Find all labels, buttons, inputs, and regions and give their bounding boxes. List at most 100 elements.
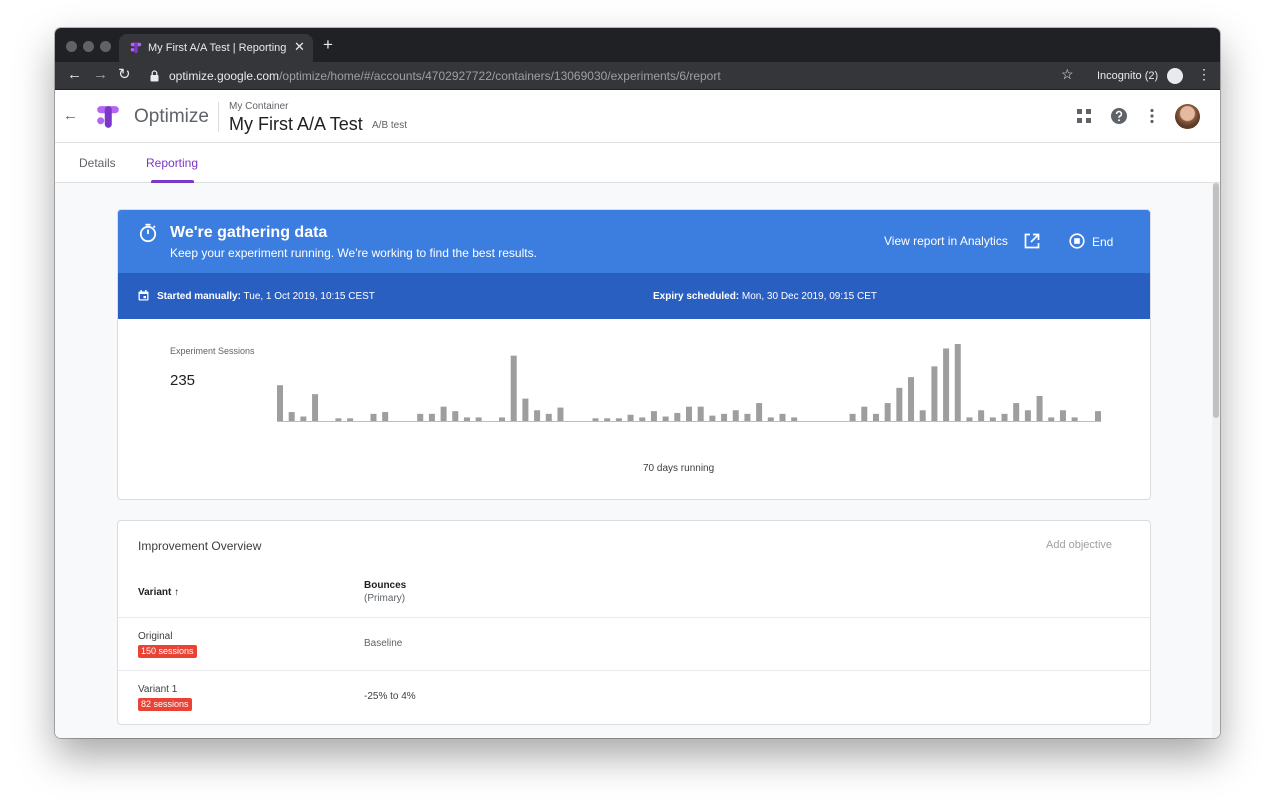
header-divider xyxy=(218,102,219,132)
app-name: Optimize xyxy=(134,106,209,127)
session-bar xyxy=(300,416,307,421)
end-button[interactable]: End xyxy=(1092,235,1113,249)
help-icon[interactable] xyxy=(1110,107,1128,125)
address-bar: ← → ↻ optimize.google.com/optimize/home/… xyxy=(55,62,1220,90)
expiry-date: Expiry scheduled: Mon, 30 Dec 2019, 09:1… xyxy=(653,291,877,302)
session-bar xyxy=(978,410,985,421)
report-content: We're gathering data Keep your experimen… xyxy=(55,183,1212,738)
optimize-favicon-icon xyxy=(130,42,142,54)
started-value: Tue, 1 Oct 2019, 10:15 CEST xyxy=(240,291,375,302)
session-bar xyxy=(370,413,377,421)
session-bar xyxy=(943,348,950,421)
more-vert-icon[interactable] xyxy=(1143,107,1161,125)
view-analytics-link[interactable]: View report in Analytics xyxy=(884,234,1008,248)
session-bar xyxy=(428,413,435,421)
close-window-dot[interactable] xyxy=(66,41,77,52)
browser-tab-title: My First A/A Test | Reporting - xyxy=(148,42,286,54)
session-bar xyxy=(1048,417,1055,421)
zoom-window-dot[interactable] xyxy=(100,41,111,52)
session-bar xyxy=(604,418,611,421)
add-objective-button[interactable]: Add objective xyxy=(1046,539,1112,551)
status-card: We're gathering data Keep your experimen… xyxy=(117,209,1151,500)
back-arrow-icon[interactable]: ← xyxy=(67,67,82,83)
apps-grid-icon[interactable] xyxy=(1075,107,1093,125)
tab-close-icon[interactable]: ✕ xyxy=(294,39,305,55)
optimize-logo-icon xyxy=(97,106,119,128)
reload-icon[interactable]: ↻ xyxy=(118,67,131,83)
url-text: optimize.google.com/optimize/home/#/acco… xyxy=(169,69,721,83)
session-bar xyxy=(277,385,283,421)
stop-circle-icon[interactable] xyxy=(1069,233,1085,249)
page-tabs: Details Reporting xyxy=(55,143,1220,183)
session-bar xyxy=(417,413,424,421)
browser-menu-icon[interactable]: ⋮ xyxy=(1197,66,1211,83)
status-title: We're gathering data xyxy=(170,224,328,241)
session-bar xyxy=(312,394,319,421)
session-bar xyxy=(791,417,798,421)
table-row[interactable]: Variant 1 82 sessions -25% to 4% xyxy=(118,670,1150,723)
variant-column-header[interactable]: Variant ↑ xyxy=(138,587,179,598)
sessions-label: Experiment Sessions xyxy=(170,346,255,356)
url-field[interactable]: optimize.google.com/optimize/home/#/acco… xyxy=(143,65,1073,87)
session-bar xyxy=(382,412,389,421)
container-name[interactable]: My Container xyxy=(229,101,288,112)
scrollbar-thumb[interactable] xyxy=(1213,183,1219,418)
session-bar xyxy=(954,344,961,421)
variant-name: Original xyxy=(138,631,173,642)
tab-strip: My First A/A Test | Reporting - ✕ + xyxy=(55,28,1220,62)
table-row[interactable]: Original 150 sessions Baseline xyxy=(118,617,1150,670)
session-bar xyxy=(557,407,564,421)
session-bar xyxy=(1059,410,1066,421)
bookmark-star-icon[interactable]: ☆ xyxy=(1061,66,1074,83)
back-icon[interactable]: ← xyxy=(63,107,78,124)
session-bar xyxy=(919,410,926,421)
session-bar xyxy=(1071,417,1078,421)
session-bar xyxy=(522,398,529,421)
session-bar xyxy=(627,414,634,421)
open-in-new-icon[interactable] xyxy=(1024,233,1040,249)
session-bar xyxy=(989,417,996,421)
tab-details[interactable]: Details xyxy=(79,156,116,170)
session-bar xyxy=(347,418,354,421)
session-bar xyxy=(896,387,903,421)
session-bar xyxy=(849,413,856,421)
session-bar xyxy=(861,406,868,421)
url-path: /optimize/home/#/accounts/4702927722/con… xyxy=(279,69,721,83)
session-bar xyxy=(686,406,692,421)
new-tab-icon[interactable]: + xyxy=(323,35,333,55)
session-bar xyxy=(510,355,517,421)
incognito-label[interactable]: Incognito (2) xyxy=(1097,70,1158,82)
url-host: optimize.google.com xyxy=(169,69,280,83)
session-bar xyxy=(744,413,751,421)
session-bar xyxy=(966,417,973,421)
forward-arrow-icon[interactable]: → xyxy=(93,67,108,83)
session-bar xyxy=(499,417,506,421)
session-bar xyxy=(756,403,763,421)
incognito-icon[interactable] xyxy=(1167,68,1183,84)
status-banner: We're gathering data Keep your experimen… xyxy=(118,210,1150,273)
days-running: 70 days running xyxy=(643,463,715,474)
session-bar xyxy=(732,410,739,421)
bounces-value: Baseline xyxy=(364,638,403,649)
session-bar xyxy=(288,412,295,421)
session-bar xyxy=(779,413,786,421)
scrollbar[interactable] xyxy=(1212,183,1220,738)
session-bar xyxy=(908,377,915,421)
experiment-type: A/B test xyxy=(372,120,408,131)
browser-window: My First A/A Test | Reporting - ✕ + ← → … xyxy=(55,28,1220,738)
started-label: Started manually: xyxy=(157,291,241,302)
bounces-value: -25% to 4% xyxy=(364,691,416,702)
browser-tab[interactable]: My First A/A Test | Reporting - ✕ xyxy=(119,34,313,62)
session-bar xyxy=(475,417,482,421)
session-bar xyxy=(1001,413,1008,421)
minimize-window-dot[interactable] xyxy=(83,41,94,52)
avatar[interactable] xyxy=(1175,104,1200,129)
session-bar xyxy=(440,406,447,421)
session-bar xyxy=(884,403,891,421)
session-bar xyxy=(534,410,541,421)
calendar-icon xyxy=(138,290,149,301)
session-bar xyxy=(463,417,470,421)
session-bar xyxy=(721,413,728,421)
sessions-badge: 150 sessions xyxy=(138,645,197,658)
tab-reporting[interactable]: Reporting xyxy=(146,156,198,170)
